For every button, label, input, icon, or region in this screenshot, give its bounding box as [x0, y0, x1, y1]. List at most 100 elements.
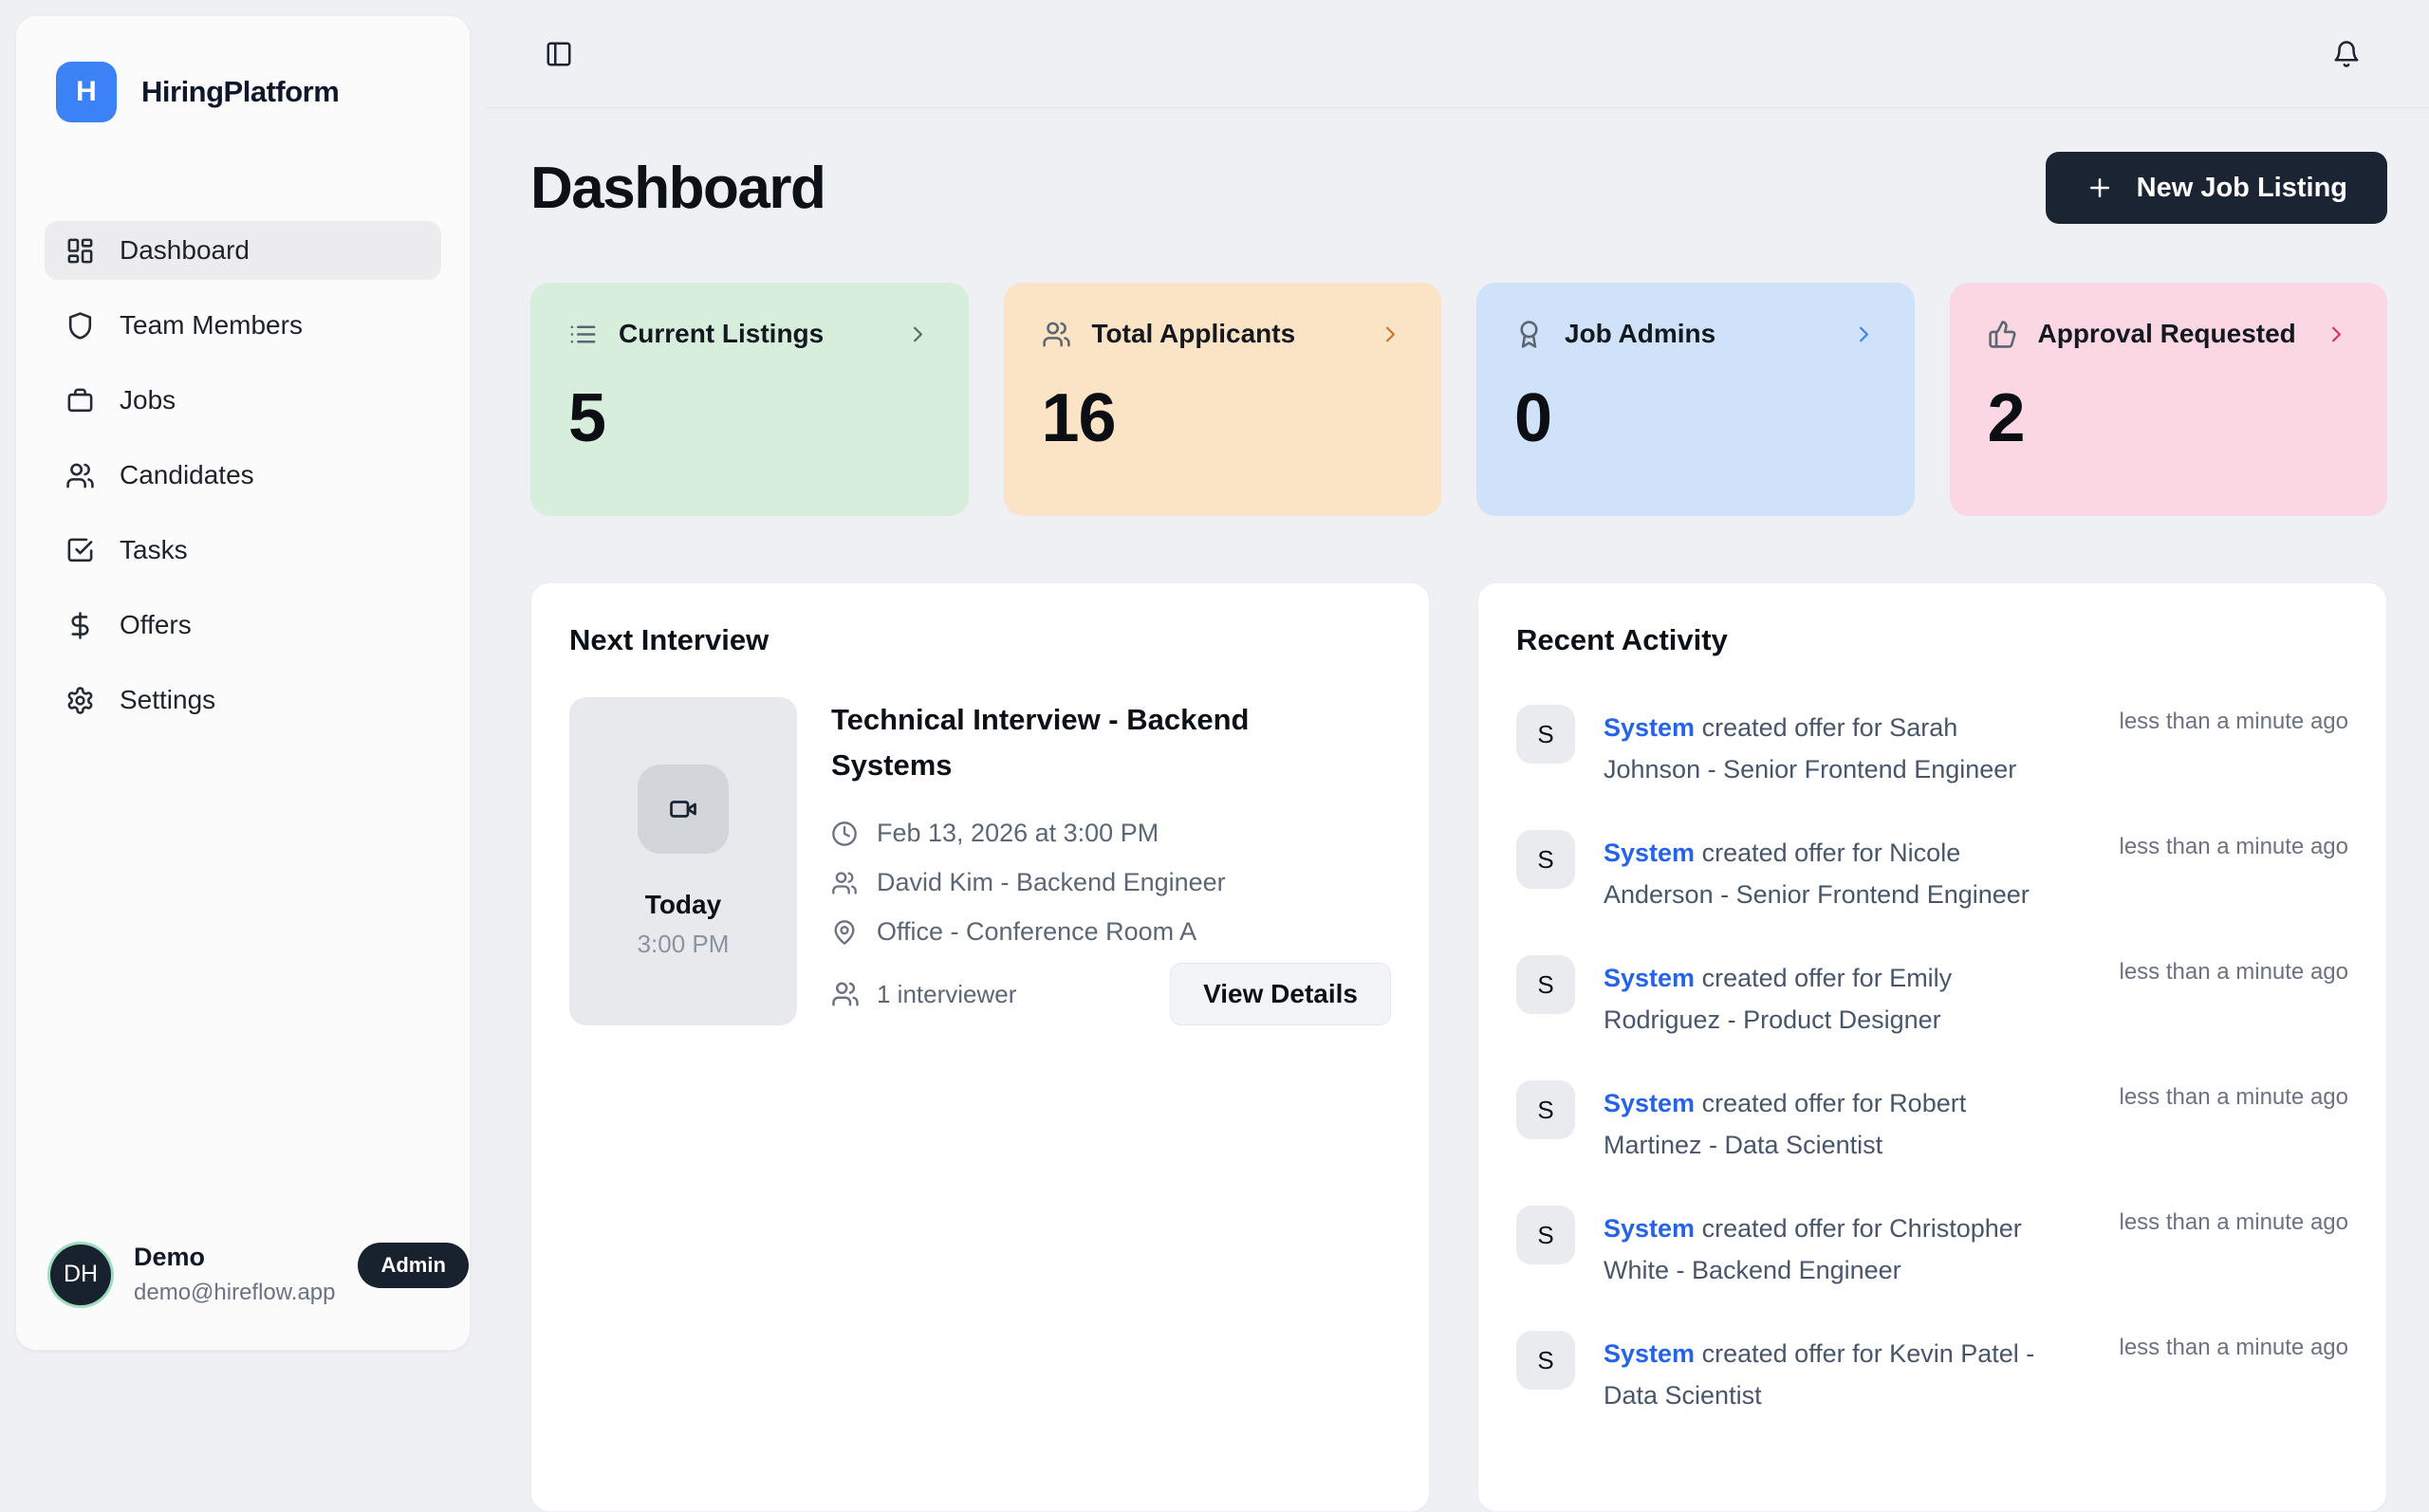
role-badge: Admin	[358, 1243, 468, 1288]
settings-icon	[65, 686, 95, 715]
interviewer-count: 1 interviewer	[831, 980, 1016, 1009]
interview-detail-text: Office - Conference Room A	[877, 917, 1196, 947]
layout-dashboard-icon	[65, 236, 95, 266]
next-interview-title: Next Interview	[569, 623, 1391, 657]
activity-item: S System created offer for Christopher W…	[1516, 1206, 2348, 1291]
stat-value: 0	[1514, 379, 1877, 457]
interview-day: Today	[645, 890, 721, 920]
sidebar-item-jobs[interactable]: Jobs	[45, 371, 441, 430]
interview-time: 3:00 PM	[638, 930, 730, 959]
stat-label: Current Listings	[619, 319, 824, 349]
sidebar-nav: Dashboard Team Members Jobs Candidates T…	[45, 221, 441, 729]
briefcase-icon	[65, 386, 95, 415]
avatar: DH	[50, 1245, 111, 1305]
main-content: Dashboard New Job Listing Current Listin…	[486, 108, 2429, 1366]
sidebar-item-team-members[interactable]: Team Members	[45, 296, 441, 355]
recent-activity-panel: Recent Activity S System created offer f…	[1477, 582, 2387, 1512]
chevron-right-icon	[1851, 322, 1877, 347]
sidebar-item-current-listings[interactable]: Current Listings 5	[530, 283, 969, 516]
sidebar-item-total-applicants[interactable]: Total Applicants 16	[1004, 283, 1442, 516]
user-profile[interactable]: DH Demo demo@hireflow.app Admin	[45, 1233, 441, 1316]
sidebar-item-candidates[interactable]: Candidates	[45, 446, 441, 505]
activity-actor-link[interactable]: System	[1604, 1089, 1695, 1117]
sidebar-item-approval-requested[interactable]: Approval Requested 2	[1950, 283, 2388, 516]
stat-value: 2	[1988, 379, 2350, 457]
map-pin-icon	[831, 919, 858, 946]
user-name: Demo	[134, 1243, 335, 1272]
sidebar-item-job-admins[interactable]: Job Admins 0	[1476, 283, 1915, 516]
interview-detail-row: David Kim - Backend Engineer	[831, 868, 1391, 897]
new-job-listing-button[interactable]: New Job Listing	[2046, 152, 2387, 224]
stat-label: Job Admins	[1565, 319, 1715, 349]
activity-avatar: S	[1516, 1331, 1575, 1390]
users-icon	[1042, 320, 1071, 349]
activity-list: S System created offer for Sarah Johnson…	[1516, 705, 2348, 1416]
thumbs-up-icon	[1988, 320, 2017, 349]
next-interview-panel: Next Interview Today 3:00 PM Technical I…	[530, 582, 1430, 1512]
sidebar-item-label: Team Members	[120, 310, 303, 341]
interview-card: Today 3:00 PM Technical Interview - Back…	[569, 697, 1391, 1025]
stat-label: Total Applicants	[1092, 319, 1296, 349]
sidebar-item-offers[interactable]: Offers	[45, 596, 441, 655]
activity-actor-link[interactable]: System	[1604, 713, 1695, 742]
user-email: demo@hireflow.app	[134, 1280, 335, 1306]
chevron-right-icon	[905, 322, 931, 347]
stat-value: 16	[1042, 379, 1404, 457]
sidebar-item-dashboard[interactable]: Dashboard	[45, 221, 441, 280]
activity-actor-link[interactable]: System	[1604, 1214, 1695, 1243]
sidebar: H HiringPlatform Dashboard Team Members …	[15, 15, 471, 1351]
chevron-right-icon	[2324, 322, 2349, 347]
shield-icon	[65, 311, 95, 341]
interview-thumbnail: Today 3:00 PM	[569, 697, 797, 1025]
clock-icon	[831, 821, 858, 847]
app-logo: H HiringPlatform	[45, 54, 441, 130]
activity-timestamp: less than a minute ago	[2120, 1335, 2349, 1361]
interview-detail-row: Office - Conference Room A	[831, 917, 1391, 947]
panel-left-icon[interactable]	[545, 40, 573, 68]
app-title: HiringPlatform	[141, 75, 339, 109]
users-icon	[65, 461, 95, 490]
sidebar-item-label: Jobs	[120, 385, 176, 415]
activity-timestamp: less than a minute ago	[2120, 1084, 2349, 1111]
activity-item: S System created offer for Sarah Johnson…	[1516, 705, 2348, 790]
topbar	[486, 0, 2429, 108]
activity-avatar: S	[1516, 1206, 1575, 1264]
activity-actor-link[interactable]: System	[1604, 964, 1695, 992]
users-icon	[831, 980, 860, 1008]
award-icon	[1514, 320, 1544, 349]
activity-actor-link[interactable]: System	[1604, 839, 1695, 867]
sidebar-item-label: Offers	[120, 610, 192, 640]
view-details-button[interactable]: View Details	[1170, 963, 1391, 1025]
users-icon	[831, 870, 858, 896]
interview-detail-row: Feb 13, 2026 at 3:00 PM	[831, 819, 1391, 848]
activity-timestamp: less than a minute ago	[2120, 709, 2349, 735]
sidebar-item-tasks[interactable]: Tasks	[45, 521, 441, 580]
activity-item: S System created offer for Emily Rodrigu…	[1516, 955, 2348, 1041]
activity-item: S System created offer for Nicole Anders…	[1516, 830, 2348, 915]
sidebar-item-label: Tasks	[120, 535, 188, 565]
video-icon	[669, 795, 697, 823]
stat-cards: Current Listings 5 Total Applicants 16 J…	[530, 283, 2387, 516]
interview-detail-text: Feb 13, 2026 at 3:00 PM	[877, 819, 1159, 848]
dollar-sign-icon	[65, 611, 95, 640]
page-title: Dashboard	[530, 155, 825, 222]
activity-timestamp: less than a minute ago	[2120, 959, 2349, 986]
sidebar-item-label: Candidates	[120, 460, 254, 490]
activity-avatar: S	[1516, 705, 1575, 764]
activity-timestamp: less than a minute ago	[2120, 1209, 2349, 1236]
interview-detail-text: David Kim - Backend Engineer	[877, 868, 1226, 897]
interview-event-title: Technical Interview - Backend Systems	[831, 697, 1287, 788]
sidebar-item-settings[interactable]: Settings	[45, 671, 441, 729]
chevron-right-icon	[1378, 322, 1403, 347]
bell-icon[interactable]	[2332, 40, 2361, 68]
check-square-icon	[65, 536, 95, 565]
stat-label: Approval Requested	[2038, 319, 2296, 349]
plus-icon	[2086, 174, 2114, 202]
activity-avatar: S	[1516, 955, 1575, 1014]
sidebar-item-label: Settings	[120, 685, 215, 715]
activity-item: S System created offer for Kevin Patel -…	[1516, 1331, 2348, 1416]
activity-avatar: S	[1516, 830, 1575, 889]
activity-item: S System created offer for Robert Martin…	[1516, 1080, 2348, 1166]
activity-actor-link[interactable]: System	[1604, 1339, 1695, 1368]
recent-activity-title: Recent Activity	[1516, 623, 2348, 657]
